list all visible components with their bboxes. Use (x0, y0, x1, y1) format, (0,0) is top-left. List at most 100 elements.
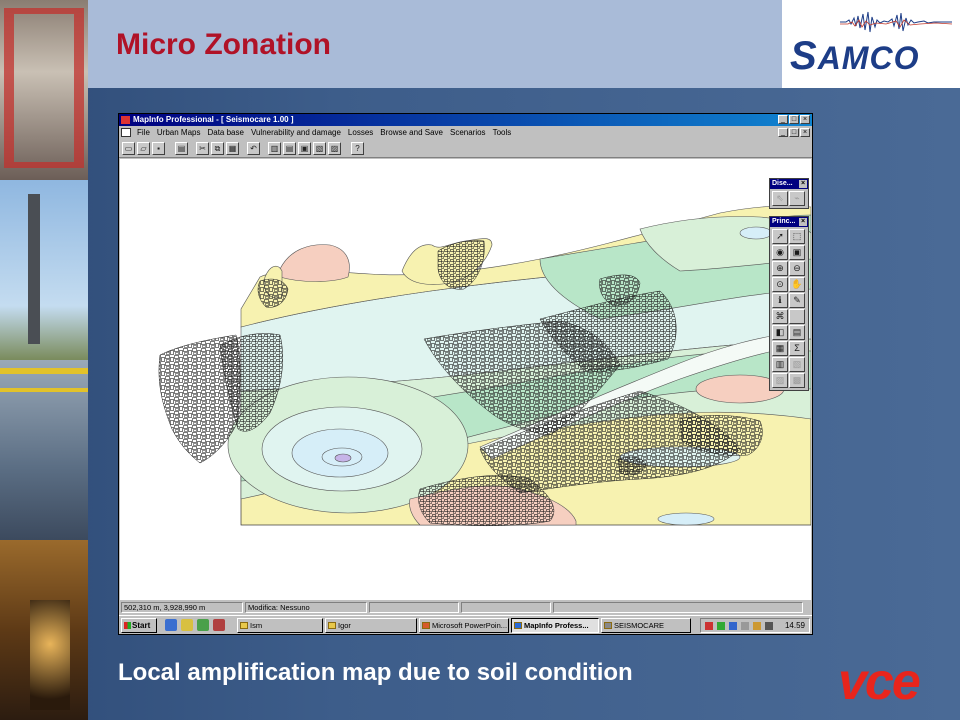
main-toolbar: ▭ ▱ ▪ ▤ ✂ ⧉ ▦ ↶ ▥ ▤ ▣ ▧ ▨ ? (119, 139, 812, 158)
window-title: MapInfo Professional - [ Seismocare 1.00… (133, 115, 294, 124)
powerpoint-icon (422, 622, 430, 629)
boundary-select-icon[interactable]: ▣ (789, 245, 805, 260)
samco-wordmark: SAMCO (790, 34, 920, 78)
drawing-palette-title[interactable]: Dise... × (770, 179, 808, 189)
window-titlebar[interactable]: MapInfo Professional - [ Seismocare 1.00… (119, 114, 812, 126)
cut-icon[interactable]: ✂ (196, 142, 209, 155)
save-icon[interactable]: ▪ (152, 142, 165, 155)
vce-logo: vce (838, 653, 921, 711)
print-icon[interactable]: ▤ (175, 142, 188, 155)
drawing-palette: Dise... × ⇖ ⌁ (769, 178, 809, 209)
status-cell-empty-3 (553, 602, 803, 613)
hotlink-icon[interactable]: ⌘ (772, 309, 788, 324)
taskbar-item-mapinfo[interactable]: MapInfo Profess... (511, 618, 599, 633)
radius-select-icon[interactable]: ◉ (772, 245, 788, 260)
zoom-in-icon[interactable]: ⊕ (772, 261, 788, 276)
taskbar-item-igor[interactable]: Igor (325, 618, 417, 633)
taskbar-item-seismocare[interactable]: SEISMOCARE (601, 618, 691, 633)
tray-icon-2[interactable] (717, 622, 725, 630)
map-icon[interactable]: ▣ (298, 142, 311, 155)
micro-zonation-map[interactable] (120, 159, 811, 600)
photo-bridge-deck (0, 360, 88, 540)
zone-blue-south (657, 512, 715, 526)
system-tray: 14.59 (700, 618, 810, 633)
doc-minimize-button[interactable]: _ (778, 128, 788, 137)
tray-icon-3[interactable] (729, 622, 737, 630)
undo-icon[interactable]: ↶ (247, 142, 260, 155)
menu-vulnerability[interactable]: Vulnerability and damage (251, 126, 341, 139)
desktop-icon[interactable] (197, 619, 209, 631)
draw-select-icon[interactable]: ⇖ (772, 191, 788, 206)
restore-button[interactable]: □ (789, 115, 799, 124)
help-icon[interactable]: ? (351, 142, 364, 155)
drag-map-icon[interactable]: ▨ (772, 373, 788, 388)
paste-icon[interactable]: ▦ (226, 142, 239, 155)
close-button[interactable]: × (800, 115, 810, 124)
graph-icon[interactable]: ▧ (313, 142, 326, 155)
show-hide-icon[interactable]: ▩ (789, 373, 805, 388)
layer-control-palette-icon[interactable]: ◧ (772, 325, 788, 340)
start-button[interactable]: Start (121, 618, 157, 633)
label-tool-icon[interactable]: ✎ (789, 293, 805, 308)
menu-browse-save[interactable]: Browse and Save (380, 126, 443, 139)
menu-urban-maps[interactable]: Urban Maps (157, 126, 201, 139)
marquee-select-icon[interactable]: ⬚ (789, 229, 805, 244)
speaker-icon[interactable] (765, 622, 773, 630)
tray-icon-5[interactable] (753, 622, 761, 630)
document-icon[interactable] (121, 128, 131, 137)
tray-icon-1[interactable] (705, 622, 713, 630)
outlook-icon[interactable] (181, 619, 193, 631)
photo-strip (0, 0, 88, 720)
status-cell-empty-2 (461, 602, 551, 613)
legend-icon[interactable]: ▦ (772, 341, 788, 356)
slide-caption: Local amplification map due to soil cond… (118, 659, 633, 686)
clip-region-icon[interactable]: ▧ (789, 357, 805, 372)
doc-close-button[interactable]: × (800, 128, 810, 137)
thematic-map-icon[interactable]: ▥ (772, 357, 788, 372)
minimize-button[interactable]: _ (778, 115, 788, 124)
ie-icon[interactable] (165, 619, 177, 631)
layer-control-icon[interactable]: ▥ (268, 142, 281, 155)
empty-slot-icon (789, 309, 805, 324)
zone-peach-north (279, 244, 350, 282)
photo-tunnel (0, 540, 88, 720)
grabber-hand-icon[interactable]: ✋ (789, 277, 805, 292)
statistics-icon[interactable]: Σ (789, 341, 805, 356)
menu-losses[interactable]: Losses (348, 126, 373, 139)
taskbar-item-ism[interactable]: Ism (237, 618, 323, 633)
menu-tools[interactable]: Tools (493, 126, 512, 139)
ruler-icon[interactable]: ▤ (789, 325, 805, 340)
folder-icon (328, 622, 336, 629)
doc-restore-button[interactable]: □ (789, 128, 799, 137)
main-palette: Princ... × ➚ ⬚ ◉ ▣ ⊕ ⊖ ⊙ ✋ ℹ ✎ ⌘ ◧ ▤ ▦ Σ … (769, 216, 809, 391)
menu-data-base[interactable]: Data base (207, 126, 243, 139)
new-icon[interactable]: ▭ (122, 142, 135, 155)
taskbar-clock[interactable]: 14.59 (785, 619, 805, 632)
status-cell-empty-1 (369, 602, 459, 613)
mapinfo-window: MapInfo Professional - [ Seismocare 1.00… (118, 113, 813, 635)
taskbar-item-powerpoint[interactable]: Microsoft PowerPoin... (419, 618, 509, 633)
seismic-wave-icon (840, 11, 952, 33)
open-icon[interactable]: ▱ (137, 142, 150, 155)
palette-close-icon[interactable]: × (799, 218, 807, 226)
folder-icon (240, 622, 248, 629)
draw-line-icon[interactable]: ⌁ (789, 191, 805, 206)
select-arrow-icon[interactable]: ➚ (772, 229, 788, 244)
change-view-icon[interactable]: ⊙ (772, 277, 788, 292)
zoom-out-icon[interactable]: ⊖ (789, 261, 805, 276)
document-window-controls: _ □ × (778, 128, 810, 137)
map-window[interactable]: Dise... × ⇖ ⌁ Princ... × ➚ ⬚ ◉ ▣ ⊕ ⊖ ⊙ ✋ ℹ… (120, 159, 811, 600)
photo-steel-structure (0, 0, 88, 180)
browser-icon[interactable]: ▤ (283, 142, 296, 155)
mapinfo-app-icon (121, 116, 130, 124)
copy-icon[interactable]: ⧉ (211, 142, 224, 155)
info-tool-icon[interactable]: ℹ (772, 293, 788, 308)
coordinates-readout: 502,310 m, 3,928,990 m (121, 602, 243, 613)
tray-icon-4[interactable] (741, 622, 749, 630)
layout-icon[interactable]: ▨ (328, 142, 341, 155)
palette-close-icon[interactable]: × (799, 180, 807, 188)
menu-scenarios[interactable]: Scenarios (450, 126, 486, 139)
menu-file[interactable]: File (137, 126, 150, 139)
main-palette-title[interactable]: Princ... × (770, 217, 808, 227)
channel-icon[interactable] (213, 619, 225, 631)
